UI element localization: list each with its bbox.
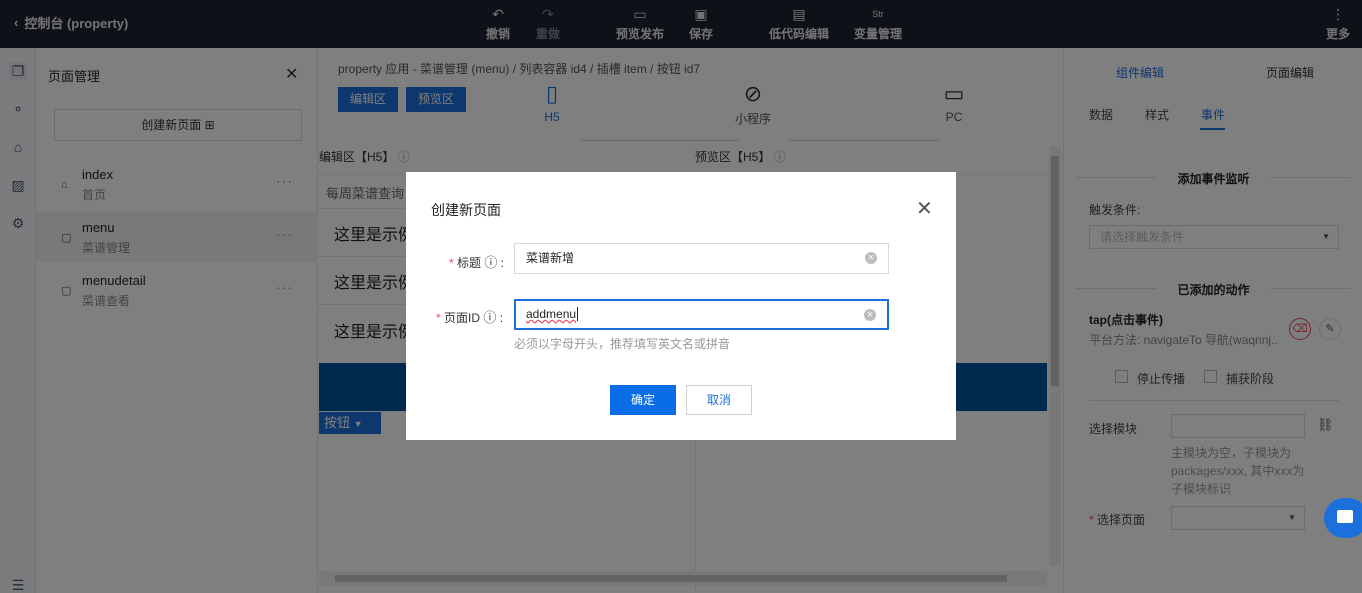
dialog-title: 创建新页面 bbox=[431, 202, 501, 218]
create-page-dialog: 创建新页面 ✕ * 标题 ⓘ : 菜谱新增 ✕ * 页面ID ⓘ : addme… bbox=[406, 172, 956, 440]
page-id-hint: 必须以字母开头，推荐填写英文名或拼音 bbox=[514, 337, 731, 351]
chat-icon bbox=[1337, 510, 1353, 523]
page-id-field-label: * 页面ID ⓘ : bbox=[436, 310, 504, 325]
title-input-value: 菜谱新增 bbox=[526, 251, 575, 265]
page-id-label-text: 页面ID bbox=[444, 311, 481, 325]
confirm-button[interactable]: 确定 bbox=[610, 385, 676, 415]
title-input[interactable]: 菜谱新增 ✕ bbox=[514, 243, 889, 274]
info-icon: ⓘ bbox=[484, 255, 498, 270]
close-icon[interactable]: ✕ bbox=[916, 199, 933, 219]
info-icon: ⓘ bbox=[483, 310, 497, 325]
required-mark: * bbox=[436, 311, 445, 325]
page-id-input-value: addmenu bbox=[526, 307, 577, 321]
page-id-input[interactable]: addmenu ✕ bbox=[514, 299, 889, 330]
required-mark: * bbox=[449, 256, 458, 270]
chat-button[interactable] bbox=[1324, 498, 1362, 538]
clear-icon[interactable]: ✕ bbox=[865, 252, 877, 264]
cancel-button[interactable]: 取消 bbox=[686, 385, 752, 415]
text-cursor bbox=[577, 307, 579, 321]
clear-icon[interactable]: ✕ bbox=[864, 309, 876, 321]
title-field-label: * 标题 ⓘ : bbox=[449, 255, 505, 270]
app-root: ‹ 控制台 (property) ↶撤销↷重做▭预览发布▣保存▤低代码编辑Str… bbox=[0, 0, 1362, 593]
title-label-text: 标题 bbox=[457, 256, 482, 270]
